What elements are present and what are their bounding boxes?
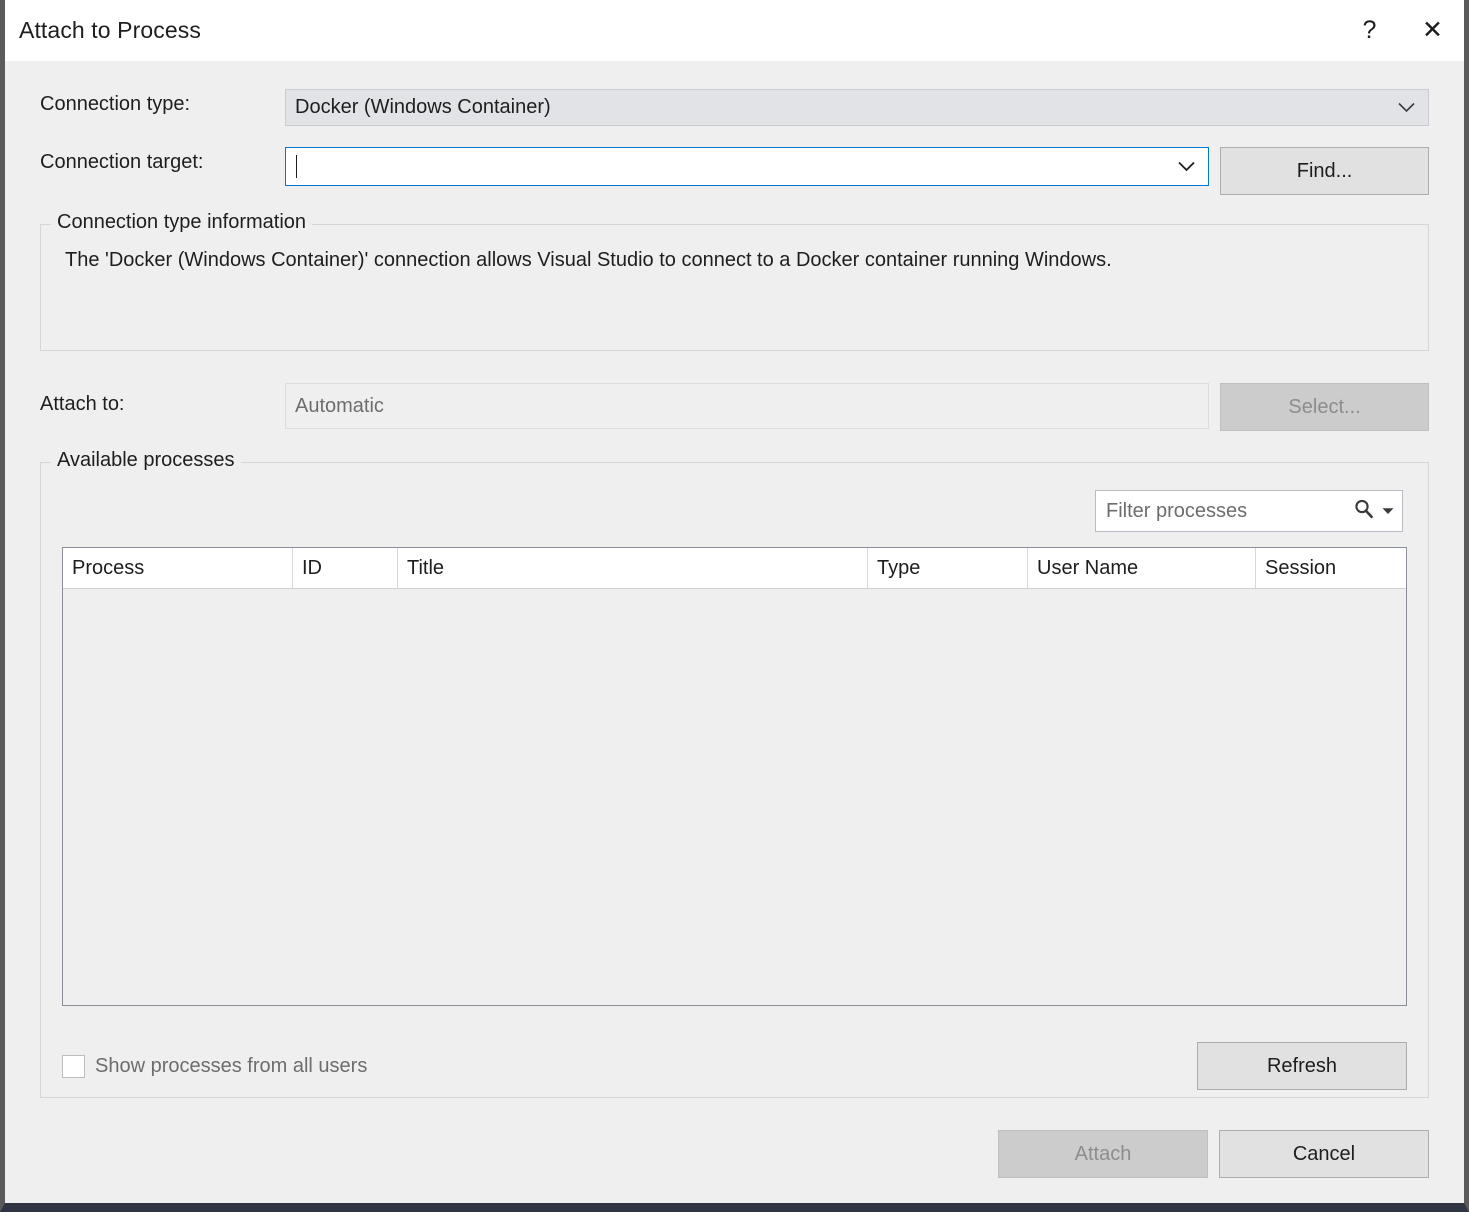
connection-type-combobox[interactable]: Docker (Windows Container) [285, 89, 1429, 126]
processes-listview[interactable]: Process ID Title Type User Name Session [62, 547, 1407, 1006]
chevron-down-icon [1397, 96, 1416, 119]
dialog-body: Connection type: Docker (Windows Contain… [5, 61, 1464, 1203]
column-header-title[interactable]: Title [398, 548, 868, 588]
refresh-button-label: Refresh [1267, 1055, 1337, 1078]
attach-to-value: Automatic [295, 395, 384, 418]
close-icon: ✕ [1422, 18, 1443, 43]
text-caret [296, 155, 297, 178]
filter-icons [1353, 491, 1394, 531]
select-button[interactable]: Select... [1220, 383, 1429, 431]
title-bar: Attach to Process ? ✕ [5, 0, 1464, 61]
connection-type-information-group: Connection type information The 'Docker … [40, 224, 1429, 351]
dialog-footer: Attach Cancel [40, 1130, 1429, 1178]
connection-target-combobox[interactable] [285, 147, 1209, 186]
cancel-button[interactable]: Cancel [1219, 1130, 1429, 1178]
chevron-down-icon [1177, 155, 1196, 178]
connection-type-label: Connection type: [40, 89, 285, 116]
column-header-type[interactable]: Type [868, 548, 1028, 588]
dialog-title: Attach to Process [5, 17, 201, 44]
connection-type-value: Docker (Windows Container) [295, 96, 551, 119]
search-icon[interactable] [1353, 498, 1375, 525]
show-all-users-label: Show processes from all users [95, 1055, 367, 1078]
attach-to-label: Attach to: [40, 383, 285, 416]
find-button[interactable]: Find... [1220, 147, 1429, 195]
processes-listview-header: Process ID Title Type User Name Session [63, 548, 1406, 589]
connection-type-row: Connection type: Docker (Windows Contain… [40, 89, 1429, 126]
available-processes-group: Available processes Filter processes [40, 462, 1429, 1098]
help-button[interactable]: ? [1338, 0, 1401, 61]
attach-to-row: Attach to: Automatic Select... [40, 383, 1429, 431]
close-button[interactable]: ✕ [1401, 0, 1464, 61]
column-header-id[interactable]: ID [293, 548, 398, 588]
connection-target-label: Connection target: [40, 147, 285, 174]
attach-button-label: Attach [1075, 1143, 1132, 1166]
chevron-down-icon[interactable] [1382, 502, 1394, 520]
refresh-button[interactable]: Refresh [1197, 1042, 1407, 1090]
available-processes-legend: Available processes [51, 449, 241, 472]
listview-footer-row: Show processes from all users Refresh [62, 1042, 1407, 1090]
question-mark-icon: ? [1363, 18, 1377, 43]
column-header-user-name[interactable]: User Name [1028, 548, 1256, 588]
column-header-process[interactable]: Process [63, 548, 293, 588]
column-header-session[interactable]: Session [1256, 548, 1399, 588]
filter-processes-placeholder: Filter processes [1106, 500, 1247, 523]
title-bar-buttons: ? ✕ [1338, 0, 1464, 61]
connection-target-row: Connection target: Find... [40, 147, 1429, 195]
attach-to-field: Automatic [285, 383, 1209, 429]
filter-row: Filter processes [41, 463, 1428, 532]
processes-listview-body[interactable] [63, 589, 1406, 1005]
cancel-button-label: Cancel [1293, 1143, 1355, 1166]
filter-processes-input[interactable]: Filter processes [1095, 490, 1403, 532]
find-button-label: Find... [1297, 160, 1353, 183]
show-all-users-checkbox[interactable] [62, 1055, 85, 1078]
connection-type-information-legend: Connection type information [51, 211, 312, 234]
attach-to-process-dialog: Attach to Process ? ✕ Connection type: D… [0, 0, 1469, 1212]
select-button-label: Select... [1288, 396, 1360, 419]
attach-button[interactable]: Attach [998, 1130, 1208, 1178]
show-all-users-checkbox-row[interactable]: Show processes from all users [62, 1055, 367, 1078]
